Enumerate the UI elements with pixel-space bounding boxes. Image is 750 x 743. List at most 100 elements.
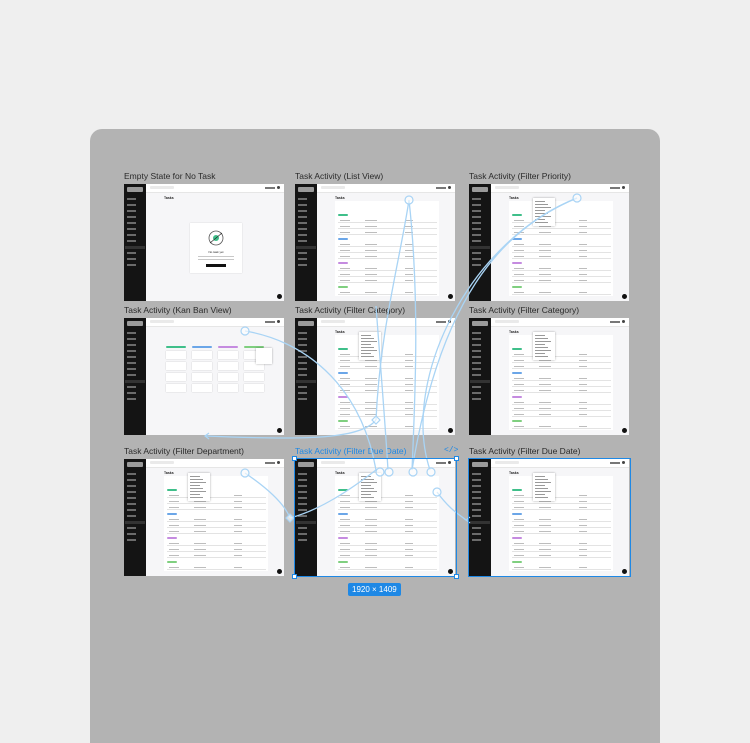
sidebar-item[interactable]	[298, 204, 307, 206]
sidebar-item[interactable]	[298, 338, 307, 340]
avatar[interactable]	[622, 461, 625, 464]
sidebar-item[interactable]	[127, 338, 136, 340]
sidebar-item[interactable]	[127, 527, 136, 529]
sidebar-item[interactable]	[472, 515, 481, 517]
dropdown-option[interactable]	[535, 479, 548, 480]
table-row[interactable]	[512, 294, 611, 295]
filter-dropdown[interactable]	[533, 332, 555, 360]
sidebar-item[interactable]	[298, 503, 307, 505]
filter-dropdown[interactable]	[359, 473, 381, 501]
table-row[interactable]	[338, 222, 437, 223]
table-row[interactable]	[338, 428, 437, 429]
dropdown-option[interactable]	[361, 479, 374, 480]
sidebar-item[interactable]	[472, 204, 481, 206]
dropdown-option[interactable]	[361, 476, 371, 477]
sidebar-item[interactable]	[298, 398, 307, 400]
table-row[interactable]	[167, 527, 266, 528]
table-row[interactable]	[338, 557, 437, 558]
kanban-card[interactable]	[166, 373, 186, 381]
sidebar-item[interactable]	[298, 479, 307, 481]
create-task-button[interactable]	[206, 264, 226, 267]
sidebar-item[interactable]	[298, 473, 307, 475]
filter-dropdown[interactable]	[188, 473, 210, 501]
table-row[interactable]	[167, 551, 266, 552]
table-row[interactable]	[512, 428, 611, 429]
search-input[interactable]	[495, 461, 519, 464]
sidebar-item[interactable]	[472, 222, 481, 224]
sidebar-item[interactable]	[298, 216, 307, 218]
sidebar-item[interactable]	[127, 332, 136, 334]
sidebar-item[interactable]	[127, 240, 136, 242]
sidebar-item[interactable]	[127, 497, 136, 499]
sidebar-item[interactable]	[472, 485, 481, 487]
sidebar-item[interactable]	[298, 350, 307, 352]
sidebar-item[interactable]	[472, 503, 481, 505]
sidebar-item[interactable]	[127, 392, 136, 394]
search-input[interactable]	[495, 186, 519, 189]
avatar[interactable]	[448, 461, 451, 464]
dropdown-option[interactable]	[361, 335, 371, 336]
table-row[interactable]	[512, 521, 611, 522]
search-input[interactable]	[150, 320, 174, 323]
table-row[interactable]	[338, 380, 437, 381]
search-input[interactable]	[150, 461, 174, 464]
sidebar-item[interactable]	[298, 392, 307, 394]
sidebar-item[interactable]	[127, 509, 136, 511]
table-row[interactable]	[167, 545, 266, 546]
dropdown-option[interactable]	[535, 338, 548, 339]
sidebar-item[interactable]	[472, 332, 481, 334]
dropdown-option[interactable]	[190, 482, 206, 483]
sidebar-item[interactable]	[472, 479, 481, 481]
avatar[interactable]	[448, 320, 451, 323]
table-row[interactable]	[512, 228, 611, 229]
table-row[interactable]	[338, 276, 437, 277]
table-row[interactable]	[338, 282, 437, 283]
frame-title[interactable]: Task Activity (Filter Priority)	[469, 171, 571, 181]
frame-thumbnail[interactable]: Tasks No task yet	[124, 184, 284, 301]
dropdown-option[interactable]	[361, 494, 371, 495]
table-row[interactable]	[512, 533, 611, 534]
sidebar-item[interactable]	[298, 344, 307, 346]
table-row[interactable]	[512, 276, 611, 277]
table-row[interactable]	[338, 362, 437, 363]
sidebar-item[interactable]	[472, 264, 481, 266]
avatar[interactable]	[277, 461, 280, 464]
search-input[interactable]	[150, 186, 174, 189]
kanban-card[interactable]	[166, 362, 186, 370]
sidebar-item[interactable]	[472, 356, 481, 358]
sidebar-item[interactable]	[472, 398, 481, 400]
chat-button[interactable]	[277, 428, 282, 433]
sidebar-item[interactable]	[298, 264, 307, 266]
sidebar-item[interactable]	[472, 533, 481, 535]
search-input[interactable]	[321, 461, 345, 464]
sidebar-item[interactable]	[472, 473, 481, 475]
table-row[interactable]	[167, 521, 266, 522]
sidebar-item[interactable]	[472, 258, 481, 260]
chat-button[interactable]	[622, 294, 627, 299]
kanban-card[interactable]	[192, 362, 212, 370]
filter-dropdown[interactable]	[359, 332, 381, 360]
sidebar-item[interactable]	[127, 350, 136, 352]
dropdown-option[interactable]	[361, 344, 371, 345]
dropdown-option[interactable]	[535, 353, 545, 354]
frame-thumbnail[interactable]: Tasks	[295, 184, 455, 301]
dropdown-option[interactable]	[361, 482, 377, 483]
sidebar-item[interactable]	[298, 368, 307, 370]
dropdown-option[interactable]	[361, 491, 377, 492]
table-row[interactable]	[512, 410, 611, 411]
frame-title[interactable]: Task Activity (Filter Category)	[295, 305, 405, 315]
sidebar-item[interactable]	[472, 497, 481, 499]
table-row[interactable]	[338, 569, 437, 570]
kanban-card[interactable]	[218, 351, 238, 359]
sidebar-item[interactable]	[472, 240, 481, 242]
sidebar-item[interactable]	[127, 491, 136, 493]
frame-thumbnail[interactable]: Tasks	[469, 318, 629, 435]
sidebar-item[interactable]	[127, 362, 136, 364]
sidebar-item[interactable]	[298, 485, 307, 487]
chat-button[interactable]	[622, 569, 627, 574]
sidebar-item[interactable]	[298, 234, 307, 236]
table-row[interactable]	[338, 527, 437, 528]
sidebar-item[interactable]	[296, 521, 316, 524]
chat-button[interactable]	[448, 569, 453, 574]
sidebar-item[interactable]	[298, 533, 307, 535]
